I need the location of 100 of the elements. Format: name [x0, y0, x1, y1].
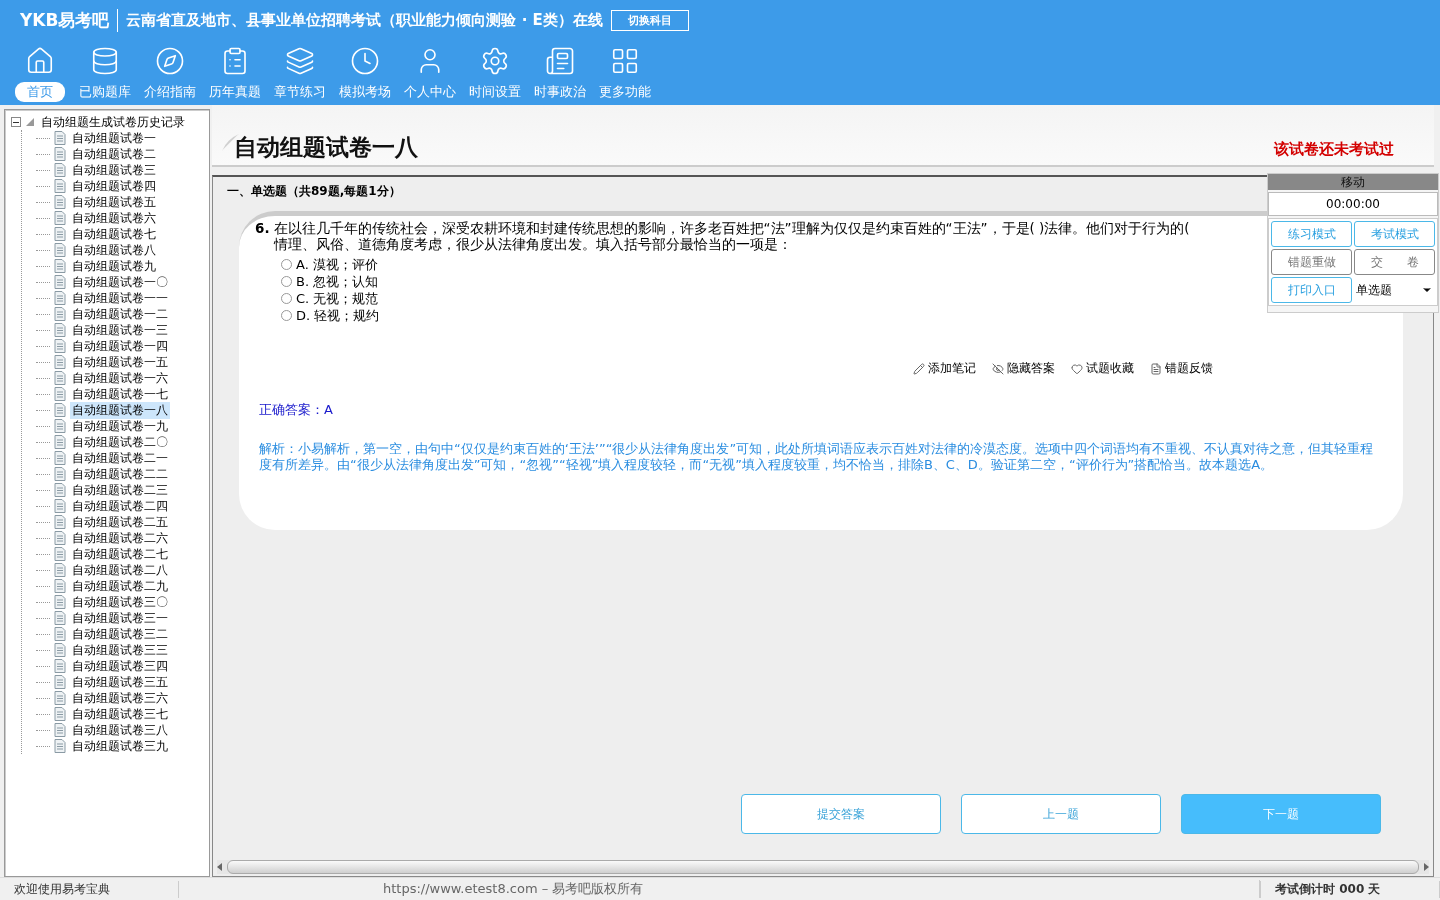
document-icon	[54, 531, 66, 545]
tool-link[interactable]: 错题反馈	[1150, 360, 1213, 377]
tree-item[interactable]: 自动组题试卷二一	[70, 449, 170, 467]
tree-item[interactable]: 自动组题试卷二四	[70, 497, 170, 515]
pencil-icon	[913, 362, 925, 375]
document-icon	[54, 723, 66, 737]
tree-item[interactable]: 自动组题试卷一三	[70, 321, 170, 339]
document-icon	[54, 227, 66, 241]
tree-item[interactable]: 自动组题试卷三二	[70, 625, 170, 643]
nav-icon	[284, 46, 315, 76]
explanation-text: 解析：小易解析，第一空，由句中“仅仅是约束百姓的‘王法’”“很少从法律角度出发”可知，此处所填词语应表示百姓对法律的冷漠态度。选项中四个词语均有不重视、不认真对待之意，但其轻重程度有所差异。由“很少从法律角度出发”可知，“忽视”“轻视”填入程度较轻，而“无视”填入程度较重，均不恰当，排除B、C、D。验证第二空，“评价行为”搭配恰当。故本题选A。	[259, 441, 1375, 473]
radio-button[interactable]	[281, 276, 292, 287]
question-text: 情理、风俗、道德角度考虑，很少从法律角度出发。填入括号部分最恰当的一项是：	[273, 236, 793, 252]
tree-item[interactable]: 自动组题试卷二〇	[70, 433, 170, 451]
document-icon	[54, 467, 66, 481]
document-icon	[54, 659, 66, 673]
document-icon	[54, 739, 66, 753]
exam-countdown: 考试倒计时 000 天	[1260, 880, 1440, 898]
tree-item[interactable]: 自动组题试卷三三	[70, 641, 170, 659]
tree-item[interactable]: 自动组题试卷四	[70, 177, 158, 195]
tree-item[interactable]: 自动组题试卷一二	[70, 305, 170, 323]
tree-item[interactable]: 自动组题试卷三	[70, 161, 158, 179]
tree-item[interactable]: 自动组题试卷八	[70, 241, 158, 259]
tool-link[interactable]: 隐藏答案	[992, 360, 1055, 377]
radio-button[interactable]	[281, 310, 292, 321]
scroll-left-icon[interactable]	[217, 863, 223, 871]
tree-item[interactable]: 自动组题试卷五	[70, 193, 158, 211]
paper-status: 该试卷还未考试过	[1274, 140, 1394, 159]
document-icon	[54, 323, 66, 337]
answer-option[interactable]: D. 轻视；规约	[281, 307, 380, 324]
tree-item[interactable]: 自动组题试卷六	[70, 209, 158, 227]
document-icon	[1150, 362, 1162, 375]
document-icon	[54, 579, 66, 593]
document-icon	[54, 147, 66, 161]
document-icon	[54, 195, 66, 209]
document-icon	[54, 243, 66, 257]
tree-item[interactable]: 自动组题试卷二二	[70, 465, 170, 483]
radio-button[interactable]	[281, 293, 292, 304]
tool-link[interactable]: 添加笔记	[913, 360, 976, 377]
tree-item[interactable]: 自动组题试卷七	[70, 225, 158, 243]
tree-item[interactable]: 自动组题试卷三六	[70, 689, 170, 707]
document-icon	[54, 259, 66, 273]
eye-off-icon	[992, 362, 1004, 375]
tree-item[interactable]: 自动组题试卷二	[70, 145, 158, 163]
tree-item[interactable]: 自动组题试卷一四	[70, 337, 170, 355]
document-icon	[54, 339, 66, 353]
horizontal-scrollbar[interactable]	[217, 860, 1429, 874]
nav-icon	[544, 46, 575, 76]
tree-item[interactable]: 自动组题试卷一六	[70, 369, 170, 387]
scroll-right-icon[interactable]	[1423, 863, 1429, 871]
correct-answer: 正确答案：A	[259, 401, 334, 419]
tree-item[interactable]: 自动组题试卷二三	[70, 481, 170, 499]
tree-item[interactable]: 自动组题试卷三七	[70, 705, 170, 723]
question-type-dropdown[interactable]: 单选题	[1354, 277, 1435, 303]
tree-item[interactable]: 自动组题试卷一〇	[70, 273, 170, 291]
document-icon	[54, 547, 66, 561]
collapse-toggle[interactable]	[11, 117, 21, 127]
status-text: 欢迎使用易考宝典	[0, 880, 179, 898]
answer-option[interactable]: C. 无视；规范	[281, 290, 379, 307]
document-icon	[54, 691, 66, 705]
copyright-text: https://www.etest8.com – 易考吧版权所有	[267, 880, 1260, 898]
document-icon	[54, 707, 66, 721]
tree-item[interactable]: 自动组题试卷一五	[70, 353, 170, 371]
panel-button[interactable]: 错题重做	[1271, 249, 1352, 275]
tree-item[interactable]: 自动组题试卷三一	[70, 609, 170, 627]
tool-link[interactable]: 试题收藏	[1071, 360, 1134, 377]
answer-option[interactable]: B. 忽视；认知	[281, 273, 379, 290]
document-icon	[54, 131, 66, 145]
document-icon	[54, 643, 66, 657]
tree-item[interactable]: 自动组题试卷二七	[70, 545, 170, 563]
tree-item[interactable]: 自动组题试卷三九	[70, 737, 170, 755]
tree-item[interactable]: 自动组题试卷二九	[70, 577, 170, 595]
question-number: 6.	[255, 220, 270, 238]
section-heading: 一、单选题（共89题,每题1分）	[227, 183, 401, 200]
document-icon	[54, 627, 66, 641]
tree-item[interactable]: 自动组题试卷二六	[70, 529, 170, 547]
tree-item[interactable]: 自动组题试卷三八	[70, 721, 170, 739]
document-icon	[54, 179, 66, 193]
answer-option[interactable]: A. 漠视；评价	[281, 256, 378, 273]
heart-icon	[1071, 362, 1083, 375]
document-icon	[54, 163, 66, 177]
document-icon	[54, 435, 66, 449]
tree-item[interactable]: 自动组题试卷九	[70, 257, 158, 275]
tree-item[interactable]: 自动组题试卷二五	[70, 513, 170, 531]
radio-button[interactable]	[281, 259, 292, 270]
tree-item[interactable]: 自动组题试卷一九	[70, 417, 170, 435]
panel-button[interactable]: 交 卷	[1354, 249, 1435, 275]
tree-item[interactable]: 自动组题试卷一八	[70, 401, 170, 419]
tree-item[interactable]: 自动组题试卷三四	[70, 657, 170, 675]
document-icon	[54, 371, 66, 385]
tree-item[interactable]: 自动组题试卷三五	[70, 673, 170, 691]
tree-item[interactable]: 自动组题试卷一一	[70, 289, 170, 307]
tree-item[interactable]: 自动组题试卷三〇	[70, 593, 170, 611]
tree-item[interactable]: 自动组题试卷一七	[70, 385, 170, 403]
tree-item[interactable]: 自动组题试卷一	[70, 129, 158, 147]
document-icon	[54, 595, 66, 609]
document-icon	[54, 403, 66, 417]
tree-item[interactable]: 自动组题试卷二八	[70, 561, 170, 579]
tree-root[interactable]: 自动组题生成试卷历史记录	[39, 113, 187, 131]
document-icon	[54, 419, 66, 433]
